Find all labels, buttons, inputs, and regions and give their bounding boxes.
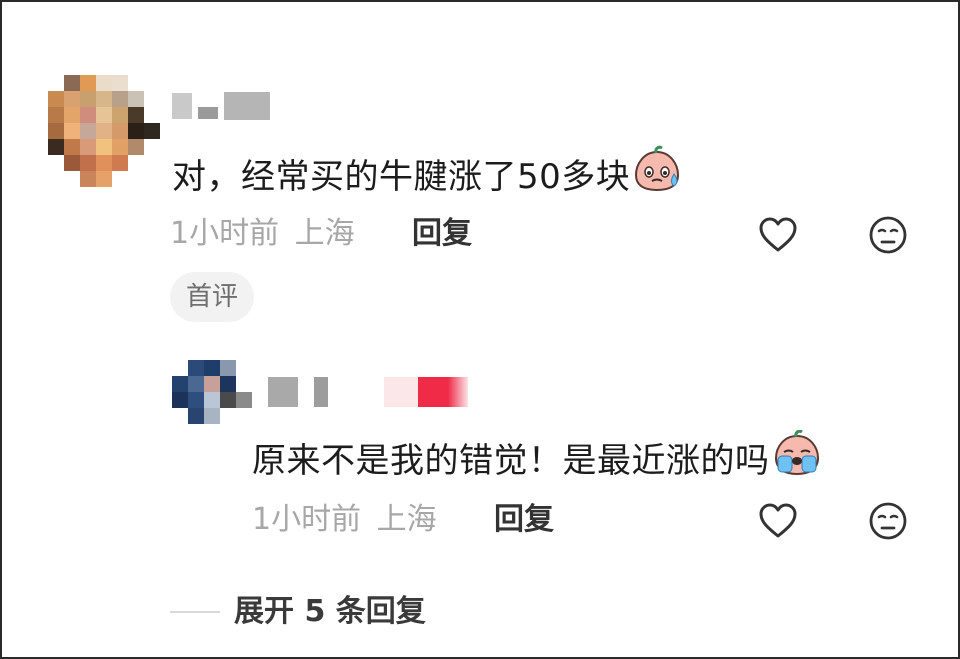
avatar[interactable] [48,75,160,187]
heart-icon [759,503,797,538]
comment-location: 上海 [376,502,437,537]
comment-time: 1小时前 [170,216,280,251]
heart-icon [759,217,797,252]
crying-emoji [772,429,822,487]
neutral-face-icon [869,502,907,540]
avatar[interactable] [172,360,252,424]
comment-text: 对，经常买的牛腱涨了50多块 [172,144,682,203]
dislike-button[interactable] [866,213,910,257]
dislike-button[interactable] [866,499,910,543]
neutral-face-icon [869,216,907,254]
comment-time: 1小时前 [252,502,362,537]
comment-location: 上海 [294,216,355,251]
like-button[interactable] [756,213,800,257]
reply-button[interactable]: 回复 [494,502,554,538]
username-blurred[interactable] [268,377,468,407]
first-comment-badge: 首评 [170,272,255,322]
like-button[interactable] [756,499,800,543]
expand-divider [170,611,220,613]
expand-replies-button[interactable]: 展开 5 条回复 [234,592,426,632]
comment-meta: 1小时前 上海 [252,502,437,538]
comment-text: 原来不是我的错觉！是最近涨的吗 [252,429,822,487]
comment-meta: 1小时前 上海 [170,216,355,252]
reply-button[interactable]: 回复 [412,216,472,252]
sweat-smile-emoji [632,144,682,203]
username-blurred[interactable] [172,92,270,120]
